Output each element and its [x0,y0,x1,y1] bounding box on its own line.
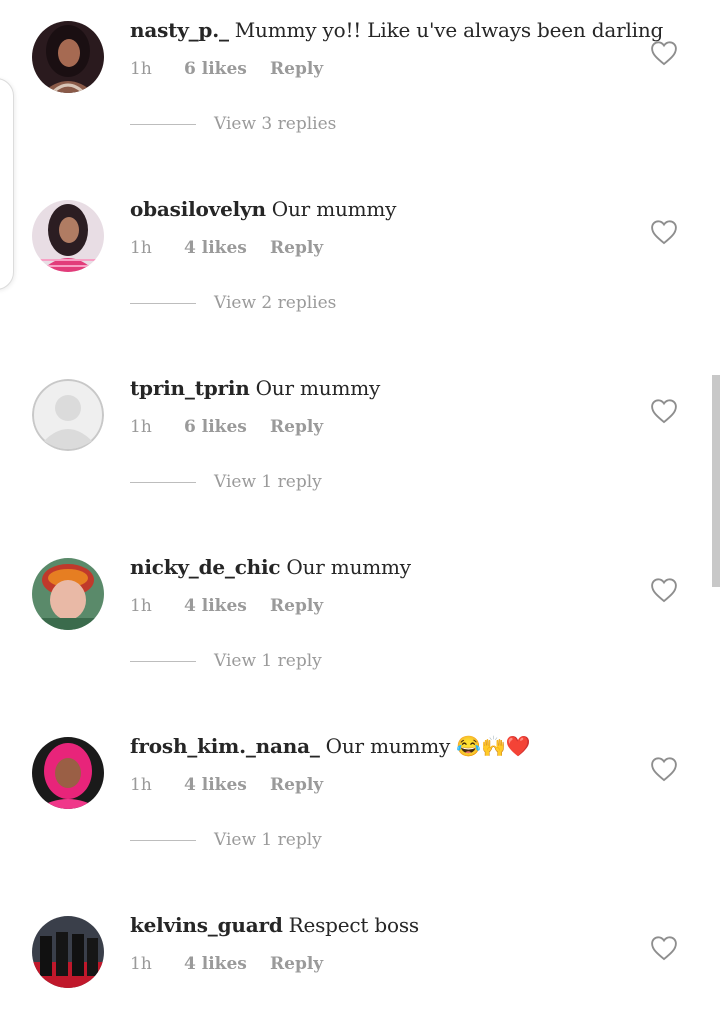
heart-icon[interactable] [650,40,678,66]
view-replies-label[interactable]: View 1 reply [214,651,322,671]
comment-username[interactable]: nasty_p._ [130,18,229,42]
comment-line: obasilovelyn Our mummy [130,197,396,221]
view-replies-label[interactable]: View 1 reply [214,830,322,850]
comment-likes[interactable]: 6 likes [184,417,270,437]
heart-icon[interactable] [650,219,678,245]
comment-time: 1h [130,59,152,79]
comment-meta: 1h 4 likes Reply [130,954,323,974]
comment-username[interactable]: kelvins_guard [130,913,283,937]
comment-text: Mummy yo!! Like u've always been darling [234,18,664,42]
comment-meta: 1h 4 likes Reply [130,775,323,795]
comment-text: Respect boss [288,913,420,937]
comment-time: 1h [130,954,152,974]
comment-time: 1h [130,775,152,795]
comment-username[interactable]: nicky_de_chic [130,555,281,579]
comment-line: frosh_kim._nana_ Our mummy 😂🙌❤️ [130,734,531,758]
comment-text: Our mummy [255,376,381,400]
divider [130,302,196,304]
comment-item: nicky_de_chic Our mummy 1h 4 likes Reply Vi… [0,537,720,716]
avatar[interactable] [32,916,104,988]
divider [130,839,196,841]
avatar[interactable] [32,558,104,630]
reply-button[interactable]: Reply [270,59,323,79]
comment-likes[interactable]: 6 likes [184,59,270,79]
default-avatar-icon[interactable] [32,379,104,451]
view-replies-label[interactable]: View 1 reply [214,472,322,492]
avatar[interactable] [32,200,104,272]
comment-likes[interactable]: 4 likes [184,954,270,974]
reply-button[interactable]: Reply [270,417,323,437]
comment-item: kelvins_guard Respect boss 1h 4 likes Reply [0,895,720,1017]
reply-button[interactable]: Reply [270,596,323,616]
comment-line: nasty_p._ Mummy yo!! Like u've always bee… [130,18,663,42]
avatar[interactable] [32,21,104,93]
view-replies-button[interactable]: View 2 replies [130,291,336,315]
comment-meta: 1h 6 likes Reply [130,417,323,437]
comment-line: kelvins_guard Respect boss [130,913,419,937]
comment-username[interactable]: obasilovelyn [130,197,266,221]
comment-text: Our mummy 😂🙌❤️ [325,734,531,758]
comment-text: Our mummy [271,197,397,221]
comment-time: 1h [130,238,152,258]
comment-item: tprin_tprin Our mummy 1h 6 likes Reply View… [0,358,720,537]
comment-text: Our mummy [286,555,411,579]
view-replies-button[interactable]: View 1 reply [130,470,322,494]
comment-line: nicky_de_chic Our mummy [130,555,411,579]
avatar[interactable] [32,737,104,809]
divider [130,481,196,483]
comment-time: 1h [130,417,152,437]
comment-meta: 1h 4 likes Reply [130,596,323,616]
comment-meta: 1h 6 likes Reply [130,59,323,79]
view-replies-button[interactable]: View 3 replies [130,112,336,136]
comment-username[interactable]: tprin_tprin [130,376,250,400]
heart-icon[interactable] [650,756,678,782]
comment-meta: 1h 4 likes Reply [130,238,323,258]
comment-likes[interactable]: 4 likes [184,775,270,795]
divider [130,123,196,125]
divider [130,660,196,662]
heart-icon[interactable] [650,577,678,603]
comment-item: obasilovelyn Our mummy 1h 4 likes Reply Vie… [0,179,720,358]
comment-username[interactable]: frosh_kim._nana_ [130,734,320,758]
comment-time: 1h [130,596,152,616]
view-replies-button[interactable]: View 1 reply [130,828,322,852]
view-replies-label[interactable]: View 2 replies [214,293,336,313]
heart-icon[interactable] [650,935,678,961]
reply-button[interactable]: Reply [270,775,323,795]
view-replies-label[interactable]: View 3 replies [214,114,336,134]
comment-likes[interactable]: 4 likes [184,596,270,616]
comment-likes[interactable]: 4 likes [184,238,270,258]
comment-line: tprin_tprin Our mummy [130,376,380,400]
view-replies-button[interactable]: View 1 reply [130,649,322,673]
reply-button[interactable]: Reply [270,954,323,974]
comment-item: frosh_kim._nana_ Our mummy 😂🙌❤️ 1h 4 likes… [0,716,720,895]
heart-icon[interactable] [650,398,678,424]
reply-button[interactable]: Reply [270,238,323,258]
comment-item: nasty_p._ Mummy yo!! Like u've always bee… [0,0,720,179]
